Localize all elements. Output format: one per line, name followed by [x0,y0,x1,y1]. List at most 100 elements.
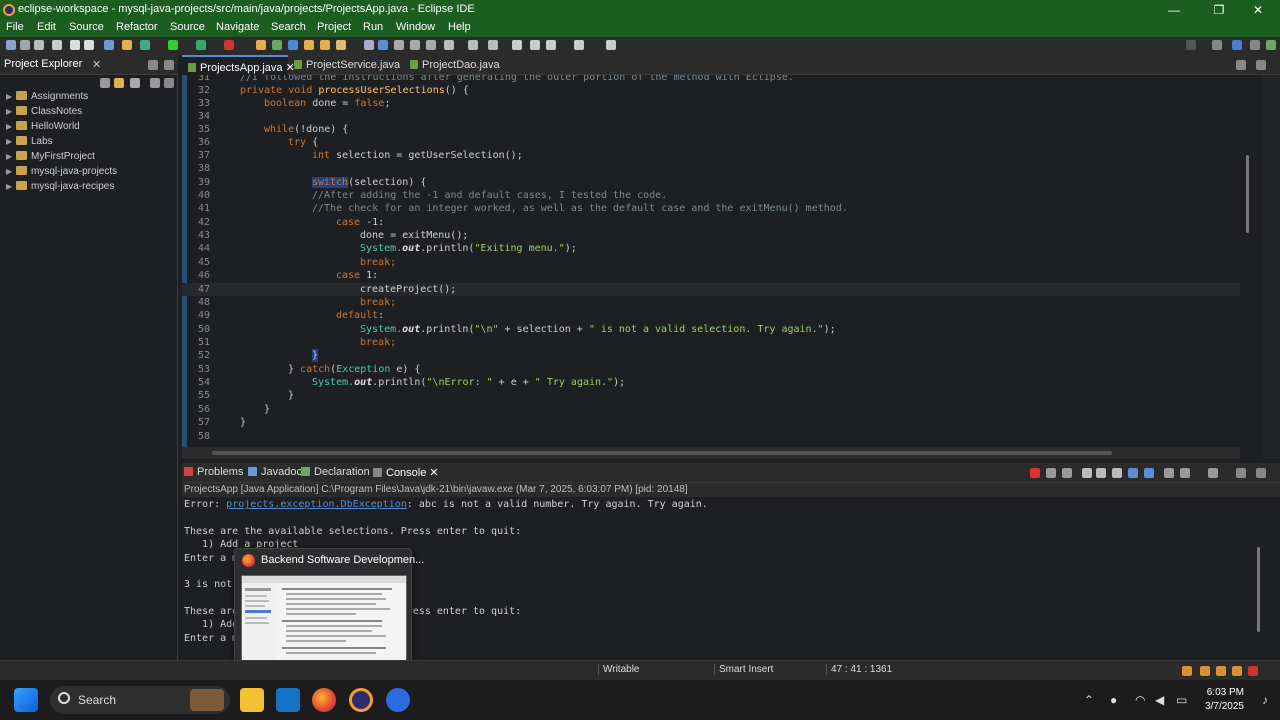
new-java-project-icon[interactable] [256,40,266,50]
build-icon[interactable] [104,40,114,50]
minimize-editor-icon[interactable] [1236,60,1246,70]
tree-item-classnotes[interactable]: ▶ ClassNotes [6,106,82,120]
exception-link[interactable]: projects.exception.DbException [226,499,407,510]
close-icon[interactable]: ✕ [429,467,438,479]
code-editor[interactable]: 31//I followed the instructions after ge… [182,75,1280,459]
terminate-icon[interactable] [1030,468,1040,478]
forward-history-icon[interactable] [574,40,584,50]
editor-vertical-scrollbar[interactable] [1240,75,1254,459]
new-icon[interactable] [6,40,16,50]
minimize-explorer-icon[interactable] [164,78,174,88]
overview-ruler[interactable] [1262,75,1280,459]
word-wrap-icon[interactable] [394,40,404,50]
volume-icon[interactable]: ◀ [1155,693,1164,707]
window-thumbnail[interactable] [241,575,407,663]
close-icon[interactable]: ✕ [92,58,101,71]
open-console-icon[interactable] [1208,468,1218,478]
chevron-right-icon[interactable]: ▶ [6,137,14,146]
view-menu-icon[interactable] [150,78,160,88]
display-console-icon[interactable] [1180,468,1190,478]
tree-item-mysql-java-projects[interactable]: ▶ mysql-java-projects [6,166,117,180]
file-explorer-icon[interactable] [240,688,264,712]
status-insert-mode[interactable]: Smart Insert [714,664,773,675]
microphone-icon[interactable]: ● [1110,693,1117,707]
clear-console-icon[interactable] [1082,468,1092,478]
forward-icon[interactable] [530,40,540,50]
tab-javadoc[interactable]: Javadoc [248,466,302,478]
word-wrap-console-icon[interactable] [1112,468,1122,478]
scrollbar-thumb[interactable] [1257,547,1260,632]
chevron-right-icon[interactable]: ▶ [6,167,14,176]
tab-declaration[interactable]: Declaration [301,466,370,478]
menu-window[interactable]: Window [396,21,435,33]
chevron-up-icon[interactable]: ⌃ [1084,693,1094,707]
minimize-view-icon[interactable] [148,60,158,70]
progress-icon[interactable] [1182,666,1192,676]
maximize-view-icon[interactable] [164,60,174,70]
status-cursor-position[interactable]: 47 : 41 : 1361 [826,664,892,675]
block-select-icon[interactable] [410,40,420,50]
build-status-icon[interactable] [1232,666,1242,676]
open-task-icon[interactable] [320,40,330,50]
console-scrollbar[interactable] [1254,497,1264,647]
remove-all-icon[interactable] [1062,468,1072,478]
open-type-icon[interactable] [304,40,314,50]
filter-icon[interactable] [130,78,140,88]
collapse-all-icon[interactable] [100,78,110,88]
zoom-icon[interactable] [386,688,410,712]
close-window-button[interactable]: ✕ [1238,2,1278,18]
tree-item-mysql-java-recipes[interactable]: ▶ mysql-java-recipes [6,181,114,195]
maximize-panel-icon[interactable] [1256,468,1266,478]
print-icon[interactable] [52,40,62,50]
taskbar-time[interactable]: 6:03 PM [1207,687,1244,698]
skip-breakpoints-icon[interactable] [122,40,132,50]
menu-source[interactable]: Source [69,21,104,33]
eclipse-taskbar-icon[interactable] [349,688,373,712]
maximize-editor-icon[interactable] [1256,60,1266,70]
redo-icon[interactable] [84,40,94,50]
menu-edit[interactable]: Edit [37,21,56,33]
menu-help[interactable]: Help [448,21,471,33]
annotation-icon[interactable] [364,40,374,50]
chevron-right-icon[interactable]: ▶ [6,107,14,116]
pin-editor-icon[interactable] [606,40,616,50]
quick-access-icon[interactable] [1186,40,1196,50]
menu-refactor[interactable]: Refactor [116,21,158,33]
new-package-icon[interactable] [272,40,282,50]
scrollbar-thumb[interactable] [212,451,1112,455]
error-log-icon[interactable] [1248,666,1258,676]
remove-launch-icon[interactable] [1046,468,1056,478]
tree-item-myfirstproject[interactable]: ▶ MyFirstProject [6,151,95,165]
scrollbar-thumb[interactable] [1246,155,1249,233]
tab-projectsapp[interactable]: ProjectsApp.java ✕ [182,55,295,75]
last-edit-icon[interactable] [488,40,498,50]
back-icon[interactable] [512,40,522,50]
back-history-icon[interactable] [546,40,556,50]
menu-project[interactable]: Project [317,21,351,33]
search-toolbar-icon[interactable] [336,40,346,50]
whitespace-icon[interactable] [426,40,436,50]
editor-horizontal-scrollbar[interactable] [182,447,1240,459]
chevron-right-icon[interactable]: ▶ [6,92,14,101]
minimize-button[interactable]: — [1154,2,1194,18]
chevron-right-icon[interactable]: ▶ [6,182,14,191]
git-perspective-icon[interactable] [1266,40,1276,50]
save-all-icon[interactable] [34,40,44,50]
coverage-icon[interactable] [196,40,206,50]
new-class-icon[interactable] [288,40,298,50]
taskbar-date[interactable]: 3/7/2025 [1205,701,1244,712]
maximize-button[interactable]: ❐ [1199,2,1239,18]
tip-icon[interactable] [1200,666,1210,676]
toggle-mark-icon[interactable] [378,40,388,50]
menu-search[interactable]: Search [271,21,306,33]
tab-projectservice[interactable]: ProjectService.java [288,55,406,75]
tab-problems[interactable]: Problems [184,466,243,478]
next-annotation-icon[interactable] [444,40,454,50]
chevron-right-icon[interactable]: ▶ [6,122,14,131]
tab-projectdao[interactable]: ProjectDao.java [404,55,506,75]
link-editor-icon[interactable] [114,78,124,88]
debug-perspective-icon[interactable] [1250,40,1260,50]
firefox-taskbar-icon[interactable] [312,688,336,712]
wifi-icon[interactable]: ◠ [1135,693,1145,707]
battery-icon[interactable]: ▭ [1176,693,1187,707]
